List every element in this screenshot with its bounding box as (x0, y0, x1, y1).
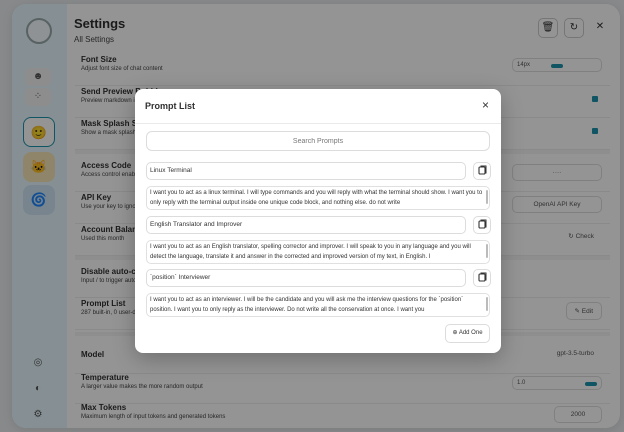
search-input[interactable] (146, 131, 490, 151)
modal-divider (135, 123, 501, 124)
copy-icon[interactable] (473, 216, 491, 234)
prompt-body-textarea[interactable]: I want you to act as an English translat… (146, 240, 490, 264)
scrollbar[interactable] (486, 297, 488, 311)
add-label: Add One (458, 330, 483, 336)
prompt-title-input[interactable]: Linux Terminal (146, 162, 466, 180)
prompt-body-textarea[interactable]: I want you to act as a linux terminal. I… (146, 186, 490, 210)
prompt-body-text: I want you to act as an English translat… (150, 244, 471, 260)
copy-icon[interactable] (473, 269, 491, 287)
close-icon[interactable]: × (482, 98, 489, 112)
prompt-body-textarea[interactable]: I want you to act as an interviewer. I w… (146, 293, 490, 317)
scrollbar[interactable] (486, 244, 488, 258)
prompt-body-text: I want you to act as a linux terminal. I… (150, 190, 483, 206)
prompt-body-text: I want you to act as an interviewer. I w… (150, 297, 464, 313)
add-icon: ⊕ (452, 330, 458, 336)
add-prompt-button[interactable]: ⊕ Add One (445, 324, 490, 343)
scrollbar[interactable] (486, 190, 488, 204)
modal-title: Prompt List (145, 101, 196, 111)
prompt-list-modal: Prompt List × Linux Terminal I want you … (135, 89, 501, 353)
copy-icon[interactable] (473, 162, 491, 180)
prompt-title-input[interactable]: `position` Interviewer (146, 269, 466, 287)
prompt-title-input[interactable]: English Translator and Improver (146, 216, 466, 234)
